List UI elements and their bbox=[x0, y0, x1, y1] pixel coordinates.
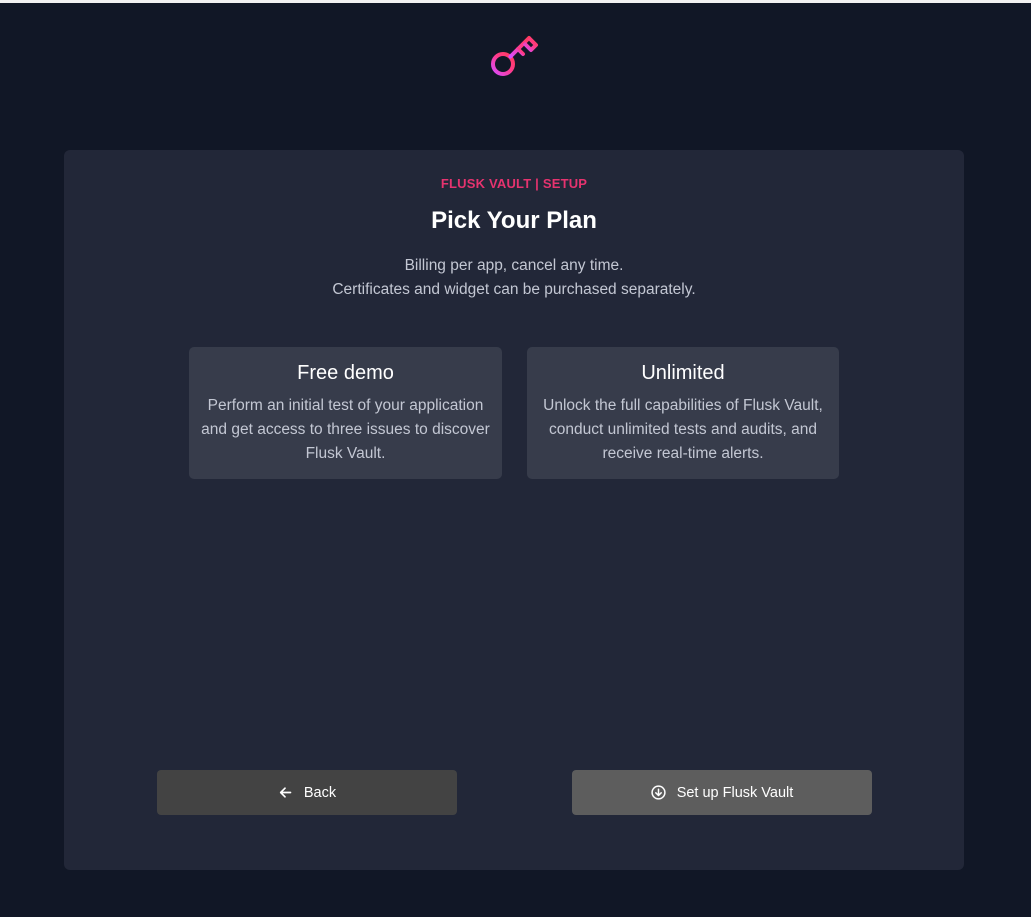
page-title: Pick Your Plan bbox=[431, 207, 597, 234]
setup-eyebrow: FLUSK VAULT | SETUP bbox=[440, 176, 588, 191]
arrow-left-icon bbox=[278, 785, 293, 800]
setup-card: FLUSK VAULT | SETUP Pick Your Plan Billi… bbox=[64, 150, 964, 870]
plan-name: Unlimited bbox=[641, 362, 725, 384]
subtitle-line-billing: Billing per app, cancel any time. bbox=[404, 257, 624, 274]
plan-card-unlimited[interactable]: Unlimited Unlock the full capabilities o… bbox=[527, 347, 839, 479]
plan-description: Perform an initial test of your applicat… bbox=[201, 397, 490, 462]
back-button[interactable]: Back bbox=[157, 770, 457, 815]
key-icon bbox=[486, 28, 542, 84]
set-up-flusk-vault-button[interactable]: Set up Flusk Vault bbox=[572, 770, 872, 815]
circle-arrow-down-icon bbox=[651, 785, 666, 800]
set-up-button-label: Set up Flusk Vault bbox=[676, 784, 794, 801]
plan-card-free-demo[interactable]: Free demo Perform an initial test of you… bbox=[189, 347, 502, 479]
subtitle-line-certificates: Certificates and widget can be purchased… bbox=[332, 281, 696, 298]
back-button-label: Back bbox=[303, 784, 337, 801]
plan-description: Unlock the full capabilities of Flusk Va… bbox=[543, 397, 823, 462]
page-subtitle: Billing per app, cancel any time. Certif… bbox=[64, 254, 964, 302]
plan-name: Free demo bbox=[297, 362, 394, 384]
top-border bbox=[0, 0, 1031, 3]
